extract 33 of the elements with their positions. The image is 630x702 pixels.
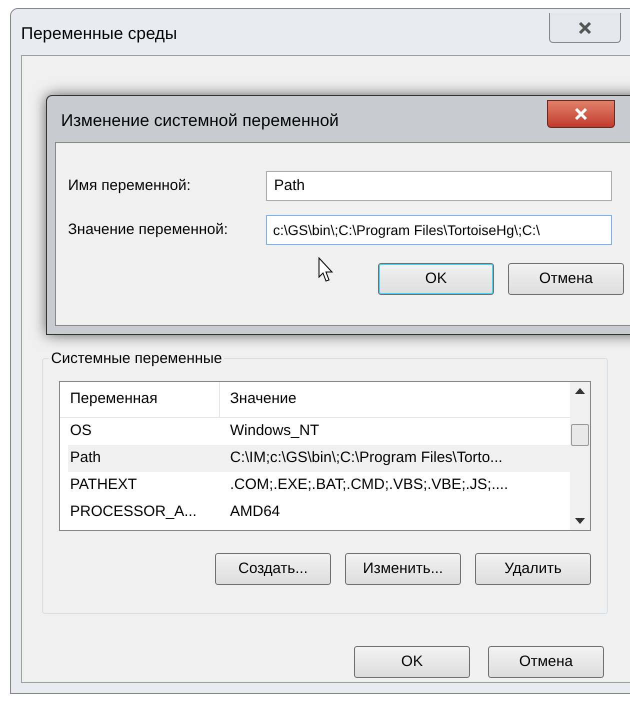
table-cell-text: OS [69,421,93,442]
table-cell-text: .COM;.EXE;.BAT;.CMD;.VBS;.VBE;.JS;.... [229,475,508,496]
dialog-title: Изменение системной переменной [61,110,339,132]
scroll-thumb[interactable] [571,424,589,446]
close-icon [577,20,593,34]
close-button[interactable] [547,100,615,128]
table-cell-text: Path [69,448,102,468]
table-cell-text: PROCESSOR_A... [69,502,198,522]
close-button[interactable] [549,13,621,43]
scroll-up-icon[interactable] [575,388,585,394]
input-field[interactable]: c:\GS\bin\;C:\Program Files\TortoiseHg\;C:\ [266,215,612,245]
action-button[interactable]: Изменить... [345,553,461,585]
column-header[interactable]: Переменная [60,382,220,417]
field-label: Значение переменной: [68,220,229,240]
scrollbar[interactable] [570,382,590,530]
table-cell-text: C:\IM;c:\GS\bin\;C:\Program Files\Torto... [229,448,503,468]
dialog-button[interactable]: OK [378,263,494,295]
dialog-button[interactable]: Отмена [488,646,604,678]
close-icon [573,107,589,121]
dialog-button[interactable]: Отмена [508,263,624,295]
scroll-down-icon[interactable] [575,518,585,524]
action-button[interactable]: Создать... [215,553,331,585]
table-cell-text: Windows_NT [229,421,320,442]
list-row[interactable]: Path C:\IM;c:\GS\bin\;C:\Program Files\Torto... [68,445,570,472]
window-title: Переменные среды [21,23,178,46]
table-cell-text: PATHEXT [69,475,138,496]
table-cell-text: AMD64 [229,502,280,522]
mouse-cursor-icon [318,257,334,283]
dialog-button[interactable]: OK [354,646,470,678]
column-header[interactable]: Значение [220,388,570,411]
action-button[interactable]: Удалить [475,553,591,585]
input-field[interactable]: Path [266,171,612,201]
field-label: Имя переменной: [68,176,192,196]
